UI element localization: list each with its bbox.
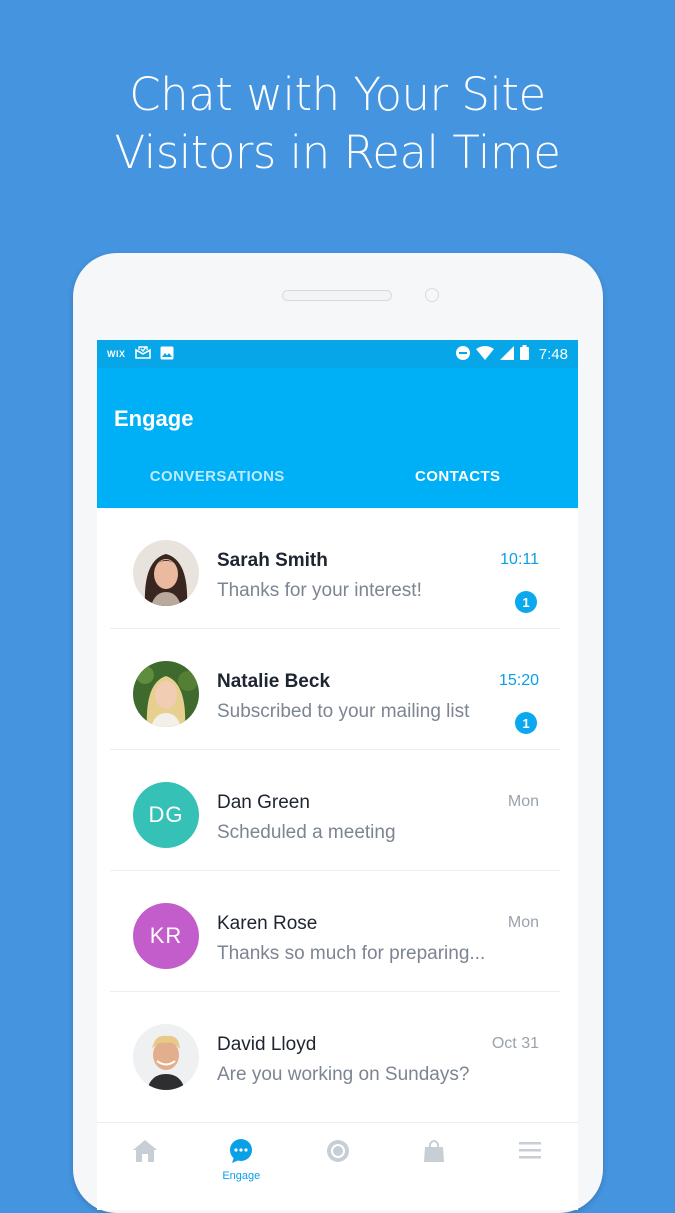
home-icon xyxy=(132,1139,158,1168)
conversation-row[interactable]: David Lloyd Are you working on Sundays? … xyxy=(110,992,560,1112)
wifi-icon xyxy=(475,345,494,363)
message-preview: Thanks for your interest! xyxy=(217,580,422,601)
unread-badge: 1 xyxy=(515,591,537,613)
nav-engage-label: Engage xyxy=(222,1170,261,1182)
image-notification-icon xyxy=(160,346,174,363)
message-preview: Subscribed to your mailing list xyxy=(217,701,470,722)
menu-icon xyxy=(518,1139,542,1166)
shopping-bag-icon xyxy=(423,1139,445,1168)
unread-badge: 1 xyxy=(515,712,537,734)
contact-name: David Lloyd xyxy=(217,1034,317,1055)
message-preview: Scheduled a meeting xyxy=(217,822,396,843)
tab-contacts[interactable]: CONTACTS xyxy=(338,450,579,508)
message-preview: Thanks so much for preparing... xyxy=(217,943,486,964)
message-preview: Are you working on Sundays? xyxy=(217,1064,470,1085)
avatar xyxy=(133,540,199,606)
message-time: Mon xyxy=(507,793,539,810)
wix-notification-icon: WIX xyxy=(107,349,126,359)
avatar-initials: KR xyxy=(133,903,199,969)
tab-bar: CONVERSATIONS CONTACTS xyxy=(97,450,578,508)
coin-icon xyxy=(326,1139,350,1168)
contact-name: Sarah Smith xyxy=(217,550,328,571)
promo-headline: Chat with Your Site Visitors in Real Tim… xyxy=(0,66,675,182)
tab-conversations[interactable]: CONVERSATIONS xyxy=(97,450,338,508)
avatar xyxy=(133,661,199,727)
phone-screen: WIX 7:48 Engage CONVERSATIONS CONTACTS S… xyxy=(97,340,578,1210)
promo-line-2: Visitors in Real Time xyxy=(114,126,561,179)
avatar xyxy=(133,1024,199,1090)
app-title: Engage xyxy=(114,406,194,431)
conversation-row[interactable]: Natalie Beck Subscribed to your mailing … xyxy=(110,629,560,750)
message-time: 15:20 xyxy=(498,672,539,689)
app-bar: Engage CONVERSATIONS CONTACTS xyxy=(97,368,578,508)
message-time: 10:11 xyxy=(500,551,539,568)
status-bar: WIX 7:48 xyxy=(97,340,578,368)
promo-line-1: Chat with Your Site xyxy=(129,68,546,121)
avatar-initials: DG xyxy=(133,782,199,848)
message-time: Oct 31 xyxy=(491,1035,539,1052)
contact-name: Dan Green xyxy=(217,792,310,813)
signal-icon xyxy=(499,345,514,363)
conversation-row[interactable]: Sarah Smith Thanks for your interest! 10… xyxy=(110,508,560,629)
conversation-list: Sarah Smith Thanks for your interest! 10… xyxy=(97,508,578,1112)
contact-name: Karen Rose xyxy=(217,913,318,934)
conversation-row[interactable]: KR Karen Rose Thanks so much for prepari… xyxy=(110,871,560,992)
phone-frame: WIX 7:48 Engage CONVERSATIONS CONTACTS S… xyxy=(73,253,603,1213)
message-time: Mon xyxy=(507,914,539,931)
do-not-disturb-icon xyxy=(455,345,470,363)
conversation-row[interactable]: DG Dan Green Scheduled a meeting Mon xyxy=(110,750,560,871)
contact-name: Natalie Beck xyxy=(217,671,331,692)
phone-speaker xyxy=(282,290,392,301)
battery-icon xyxy=(519,345,529,363)
chat-icon xyxy=(229,1139,253,1168)
phone-camera xyxy=(425,288,439,302)
mail-notification-icon xyxy=(134,346,151,362)
status-time: 7:48 xyxy=(538,345,568,363)
